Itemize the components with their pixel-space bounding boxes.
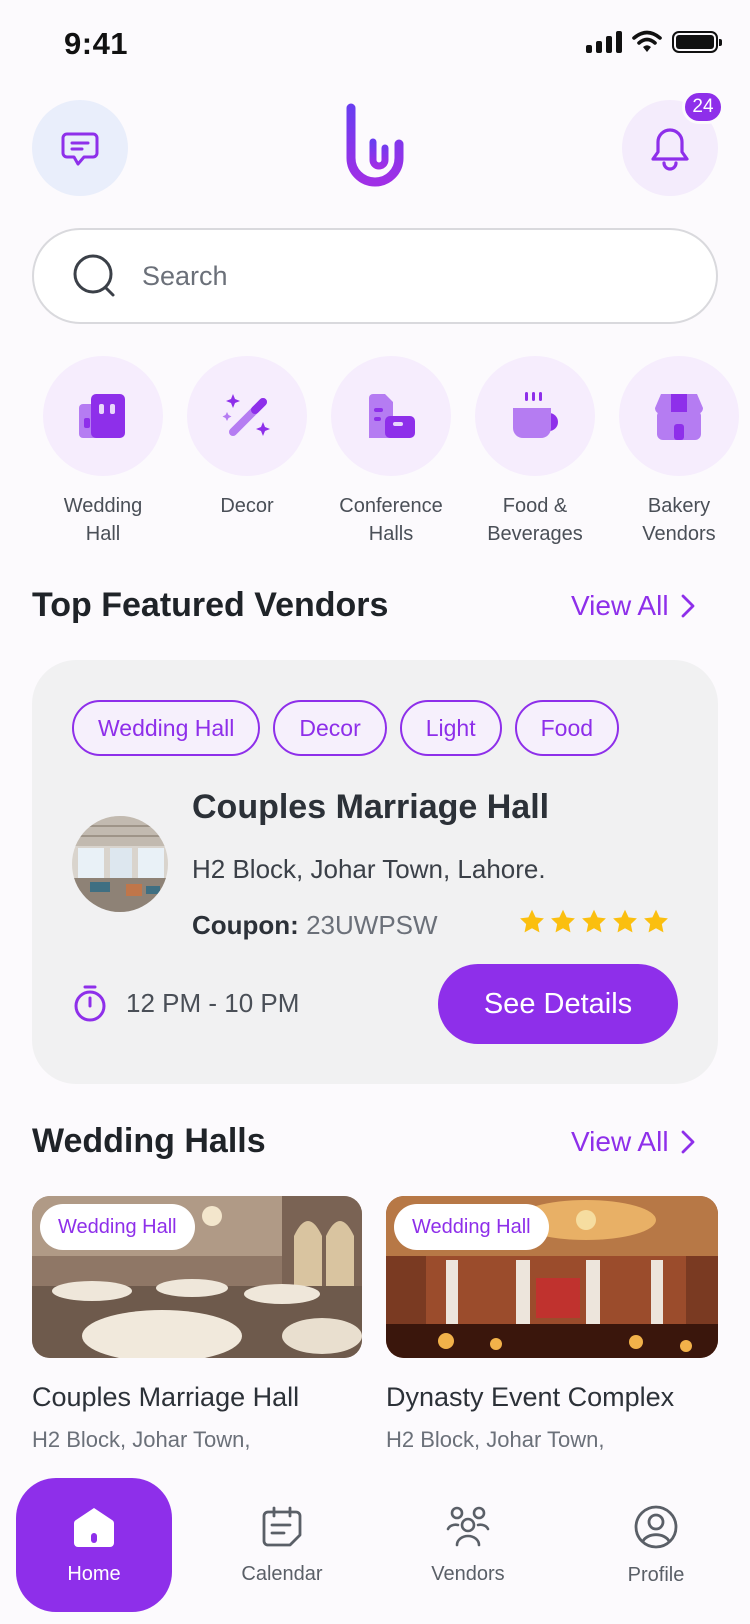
category-label: Decor bbox=[220, 495, 274, 517]
vendor-tag[interactable]: Wedding Hall bbox=[72, 700, 261, 756]
nav-profile[interactable]: Profile bbox=[578, 1478, 734, 1612]
conference-icon bbox=[331, 356, 451, 476]
vendor-avatar bbox=[72, 816, 168, 912]
search-icon bbox=[73, 254, 115, 297]
vendor-address: H2 Block, Johar Town, Lahore. bbox=[192, 854, 546, 884]
category-label: Wedding Hall bbox=[63, 495, 143, 545]
chat-icon bbox=[61, 132, 99, 166]
coupon-code: 23UWPSW bbox=[306, 910, 438, 940]
status-time: 9:41 bbox=[64, 26, 129, 61]
view-all-label: View All bbox=[571, 1126, 669, 1157]
hall-address: H2 Block, Johar Town, bbox=[386, 1427, 605, 1452]
nav-vendors[interactable]: Vendors bbox=[390, 1478, 546, 1612]
notification-badge: 24 bbox=[682, 90, 724, 124]
timer-icon bbox=[74, 985, 106, 1022]
nav-home[interactable]: Home bbox=[16, 1478, 172, 1612]
hall-card[interactable]: Wedding Hall Couples Marriage Hall H2 Bl… bbox=[32, 1196, 362, 1453]
category-label: Conference Halls bbox=[339, 495, 443, 545]
hall-name: Couples Marriage Hall bbox=[32, 1382, 300, 1412]
category-label: Bakery Vendors bbox=[642, 495, 716, 545]
wedding-halls-title: Wedding Halls bbox=[32, 1122, 266, 1160]
chevron-right-icon bbox=[681, 594, 694, 618]
star-icon bbox=[613, 909, 637, 933]
signal-icon bbox=[586, 31, 622, 53]
store-icon bbox=[619, 356, 739, 476]
vendor-tag[interactable]: Light bbox=[399, 700, 502, 756]
app-logo bbox=[346, 103, 404, 187]
featured-section-title: Top Featured Vendors bbox=[32, 586, 389, 624]
profile-icon bbox=[634, 1505, 678, 1548]
nav-label: Profile bbox=[627, 1563, 685, 1586]
nav-calendar[interactable]: Calendar bbox=[204, 1478, 360, 1612]
star-icon bbox=[551, 909, 575, 933]
coupon-label: Coupon: bbox=[192, 910, 299, 940]
hall-tag: Wedding Hall bbox=[394, 1204, 549, 1250]
wedding-halls-view-all-link[interactable]: View All bbox=[571, 1126, 695, 1158]
messages-button[interactable] bbox=[32, 100, 128, 196]
hours-text: 12 PM - 10 PM bbox=[126, 987, 300, 1018]
hall-address: H2 Block, Johar Town, bbox=[32, 1427, 251, 1452]
category-decor[interactable]: Decor bbox=[187, 356, 307, 556]
category-food-beverages[interactable]: Food & Beverages bbox=[475, 356, 595, 556]
battery-icon bbox=[672, 31, 722, 53]
calendar-icon bbox=[262, 1506, 302, 1546]
hall-card[interactable]: Wedding Hall Dynasty Event Complex H2 Bl… bbox=[386, 1196, 718, 1453]
status-icons bbox=[586, 30, 722, 54]
category-wedding-hall[interactable]: Wedding Hall bbox=[43, 356, 163, 556]
category-bakery-vendors[interactable]: Bakery Vendors bbox=[619, 356, 739, 556]
category-label: Food & Beverages bbox=[487, 495, 583, 545]
search-input[interactable]: Search bbox=[32, 228, 718, 324]
chevron-right-icon bbox=[681, 1130, 694, 1154]
home-icon bbox=[74, 1507, 114, 1547]
star-icon bbox=[644, 909, 668, 933]
category-conference-halls[interactable]: Conference Halls bbox=[331, 356, 451, 556]
view-all-label: View All bbox=[571, 590, 669, 621]
magic-wand-icon bbox=[187, 356, 307, 476]
star-icon bbox=[520, 909, 544, 933]
building-icon bbox=[43, 356, 163, 476]
bell-icon bbox=[651, 128, 689, 171]
nav-label: Calendar bbox=[241, 1562, 323, 1585]
opening-hours: 12 PM - 10 PM bbox=[72, 984, 299, 1022]
vendor-coupon: Coupon: 23UWPSW bbox=[192, 910, 438, 941]
wifi-icon bbox=[632, 30, 662, 52]
nav-label: Vendors bbox=[431, 1562, 505, 1585]
star-icon bbox=[582, 909, 606, 933]
hall-name: Dynasty Event Complex bbox=[386, 1382, 675, 1412]
search-placeholder: Search bbox=[142, 260, 228, 291]
coffee-cup-icon bbox=[475, 356, 595, 476]
nav-label: Home bbox=[67, 1562, 121, 1585]
vendor-tag[interactable]: Decor bbox=[273, 700, 387, 756]
vendor-tags: Wedding Hall Decor Light Food bbox=[72, 700, 620, 756]
see-details-button[interactable]: See Details bbox=[438, 964, 678, 1044]
rating-stars bbox=[518, 908, 670, 936]
featured-view-all-link[interactable]: View All bbox=[571, 590, 695, 622]
vendor-name: Couples Marriage Hall bbox=[192, 788, 550, 826]
hall-tag: Wedding Hall bbox=[40, 1204, 195, 1250]
vendor-tag[interactable]: Food bbox=[514, 700, 620, 756]
vendors-icon bbox=[446, 1506, 490, 1546]
category-list: Wedding Hall Decor Conference Halls Food… bbox=[43, 356, 750, 556]
